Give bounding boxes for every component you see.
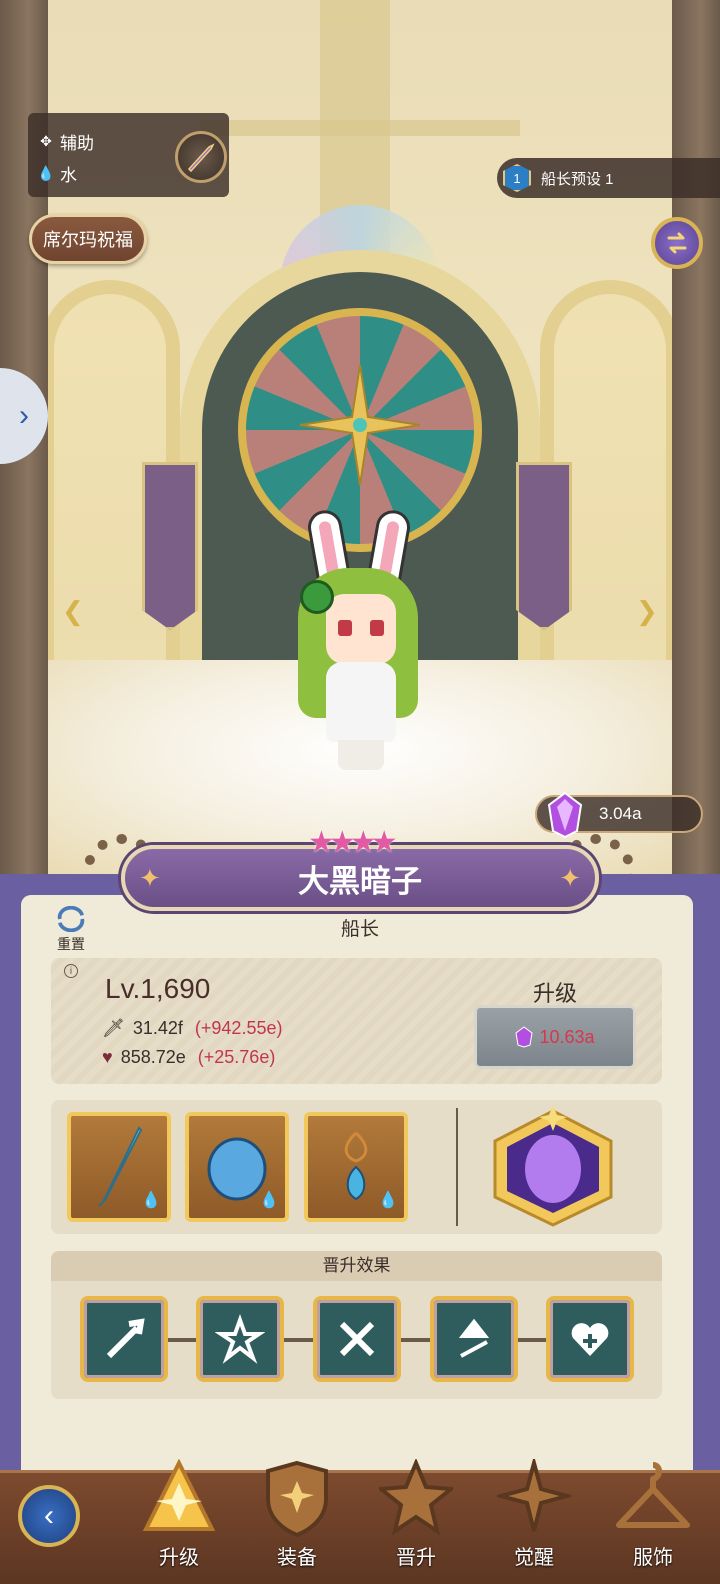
upgrade-cost: 10.63a <box>539 1026 595 1047</box>
hp-stat: ♥ 858.72e (+25.76e) <box>102 1047 275 1068</box>
percent-up-icon <box>458 1318 490 1358</box>
nav-label: 升级 <box>159 1547 199 1569</box>
attack-bonus: (+942.55e) <box>194 1018 283 1038</box>
water-drop-icon: 💧 <box>378 1192 398 1209</box>
promotion-title: 晋升效果 <box>51 1251 662 1281</box>
upgrade-title: 升级 <box>532 981 577 1006</box>
role-row: ✥ 辅助 <box>38 129 94 154</box>
shield-icon <box>266 1460 328 1538</box>
ceiling-beam <box>200 120 520 136</box>
nav-label: 装备 <box>277 1547 317 1569</box>
nav-equipment[interactable]: 装备 <box>249 1440 345 1570</box>
crossed-swords-icon <box>339 1321 375 1357</box>
hero-body <box>326 662 396 742</box>
chevron-left-icon: ‹ <box>44 1499 54 1532</box>
amulet-icon <box>344 1131 368 1201</box>
nav-promotion[interactable]: 晋升 <box>368 1440 464 1570</box>
nav-upgrade[interactable]: 升级 <box>131 1440 227 1570</box>
swap-button[interactable] <box>651 217 703 269</box>
upgrade-arrow-icon <box>142 1459 216 1531</box>
preset-number-badge: 1 <box>503 164 531 192</box>
blessing-button[interactable]: 席尔玛祝福 <box>29 214 147 264</box>
hero-face <box>326 594 396 664</box>
sparkle-icon <box>497 1459 571 1532</box>
reset-button[interactable]: 重置 <box>49 906 93 954</box>
reset-label: 重置 <box>57 936 85 952</box>
support-icon: ✥ <box>40 133 52 149</box>
skill-hexagon[interactable] <box>485 1105 621 1229</box>
hero-eye <box>338 620 352 636</box>
compass-star-icon <box>300 365 420 485</box>
burst-icon <box>215 1314 265 1364</box>
divider <box>456 1108 458 1226</box>
element-tag: 水 <box>60 166 77 185</box>
hero-title: 船长 <box>340 919 379 940</box>
prev-arrow-icon[interactable]: ❮ <box>62 596 84 627</box>
role-tag: 辅助 <box>60 134 94 153</box>
star-badge-icon <box>379 1459 453 1536</box>
back-button[interactable]: ‹ <box>18 1485 80 1547</box>
upgrade-button[interactable]: 10.63a <box>474 1005 636 1069</box>
hp-value: 858.72e <box>120 1047 186 1067</box>
hanging-banner <box>516 462 572 630</box>
water-drop-icon: 💧 <box>259 1192 279 1209</box>
sword-icon <box>187 143 215 173</box>
compass-star-icon: ✦ <box>139 863 161 893</box>
clover-icon <box>300 580 334 614</box>
next-arrow-icon[interactable]: ❯ <box>636 596 658 627</box>
hero-character <box>290 507 430 775</box>
star-icon: ★ <box>370 826 398 859</box>
compass-star-icon: ✦ <box>559 863 581 893</box>
hanging-banner <box>142 462 198 630</box>
equip-slot-armor[interactable]: 💧 <box>185 1112 289 1222</box>
pillar <box>672 0 720 885</box>
crystal-amount: 3.04a <box>599 804 642 823</box>
hero-eye <box>370 620 384 636</box>
water-drop-icon: 💧 <box>141 1192 161 1209</box>
water-drop-icon: 💧 <box>37 165 55 181</box>
reset-icon <box>57 906 85 932</box>
hero-legs <box>338 740 384 770</box>
promo-attack-up-icon[interactable] <box>80 1296 168 1382</box>
hanger-icon <box>616 1462 690 1528</box>
nav-label: 服饰 <box>633 1547 673 1569</box>
equip-slot-weapon[interactable]: 💧 <box>67 1112 171 1222</box>
element-row: 💧 水 <box>37 161 77 186</box>
info-icon[interactable]: i <box>64 964 78 978</box>
promo-rate-up-icon[interactable] <box>430 1296 518 1382</box>
nav-label: 觉醒 <box>514 1547 554 1569</box>
captain-preset-selector[interactable]: 1 船长预设 1 <box>497 158 720 198</box>
weapon-type-badge[interactable] <box>175 131 227 183</box>
nav-costume[interactable]: 服饰 <box>605 1440 701 1570</box>
awakening-crystal-counter: 3.04a <box>535 791 703 839</box>
chevron-right-icon: › <box>19 399 29 432</box>
preset-label: 船长预设 1 <box>541 170 614 188</box>
purple-crystal-icon <box>515 1026 534 1048</box>
hero-name: 大黑暗子 <box>298 863 422 899</box>
promo-hp-up-icon[interactable] <box>546 1296 634 1382</box>
heart-plus-icon: ♥ <box>102 1047 113 1067</box>
nav-awaken[interactable]: 觉醒 <box>486 1440 582 1570</box>
star-rating: ★ ★ ★ ★ <box>308 825 398 860</box>
hero-level: Lv.1,690 <box>105 973 211 1004</box>
equip-slot-accessory[interactable]: 💧 <box>304 1112 408 1222</box>
promo-crit-up-icon[interactable] <box>196 1296 284 1382</box>
hp-bonus: (+25.76e) <box>197 1047 276 1067</box>
nav-label: 晋升 <box>396 1547 436 1569</box>
spear-icon <box>98 1126 143 1207</box>
heart-plus-icon <box>571 1323 609 1356</box>
attack-value: 31.42f <box>132 1018 183 1038</box>
sword-up-icon <box>106 1318 145 1359</box>
attack-sword-icon: 🗡 <box>102 1018 125 1038</box>
purple-crystal-icon <box>547 791 583 839</box>
promo-double-attack-icon[interactable] <box>313 1296 401 1382</box>
swap-arrows-icon <box>667 232 687 254</box>
attack-stat: 🗡 31.42f (+942.55e) <box>102 1018 282 1039</box>
